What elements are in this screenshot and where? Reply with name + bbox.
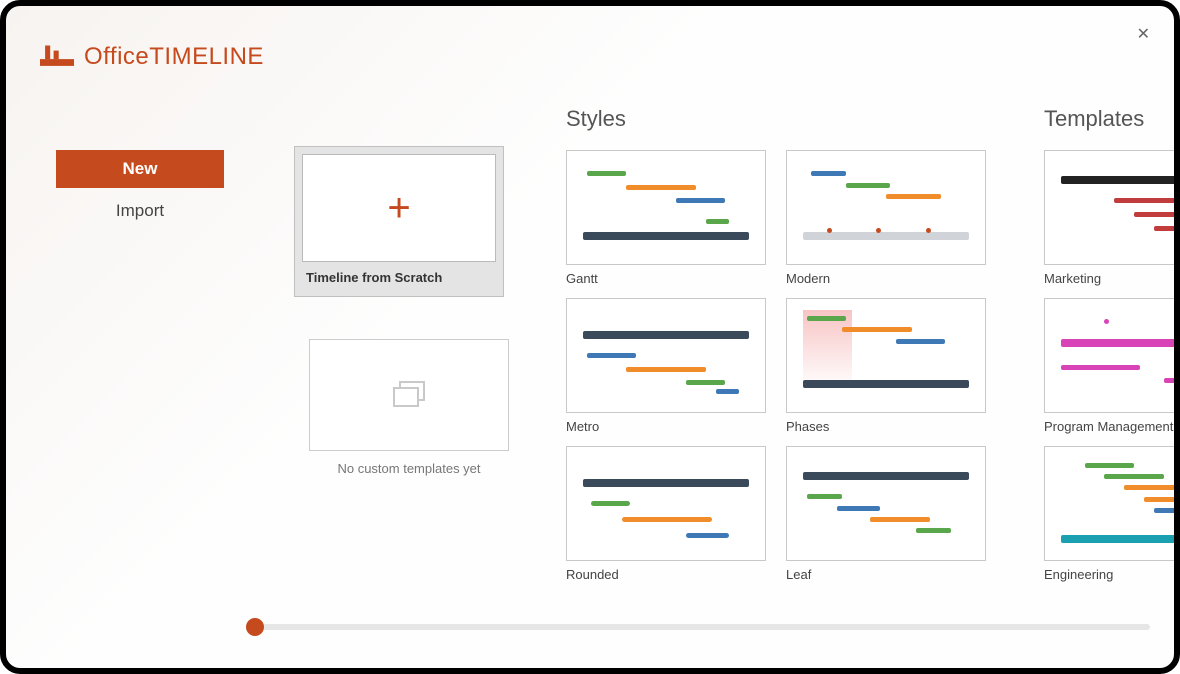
stack-icon (390, 380, 428, 410)
nav-label: Import (116, 201, 164, 221)
app-logo: OfficeTIMELINE (40, 40, 264, 73)
style-tile-modern[interactable] (786, 150, 986, 265)
style-label: Metro (566, 419, 766, 434)
nav-import[interactable]: Import (56, 192, 224, 230)
no-custom-placeholder (309, 339, 509, 451)
local-column: + Timeline from Scratch No custom templa… (294, 146, 524, 476)
template-tile-marketing[interactable] (1044, 150, 1174, 265)
style-tile-gantt[interactable] (566, 150, 766, 265)
style-tile-phases[interactable] (786, 298, 986, 413)
style-label: Modern (786, 271, 986, 286)
close-icon: ✕ (1137, 26, 1150, 43)
nav-new[interactable]: New (56, 150, 224, 188)
templates-column: Templates Marketing (1044, 106, 1174, 582)
style-label: Rounded (566, 567, 766, 582)
template-label: Marketing (1044, 271, 1174, 286)
no-custom-label: No custom templates yet (294, 461, 524, 476)
template-label: Program Management (1044, 419, 1174, 434)
scroll-slider-track[interactable] (246, 624, 1150, 630)
scratch-tile[interactable]: + (302, 154, 496, 262)
style-tile-leaf[interactable] (786, 446, 986, 561)
style-tile-metro[interactable] (566, 298, 766, 413)
scratch-tile-card[interactable]: + Timeline from Scratch (294, 146, 504, 297)
close-button[interactable]: ✕ (1137, 24, 1150, 44)
templates-title: Templates (1044, 106, 1174, 132)
styles-title: Styles (566, 106, 1006, 132)
style-label: Leaf (786, 567, 986, 582)
style-tile-rounded[interactable] (566, 446, 766, 561)
no-custom-block: No custom templates yet (294, 339, 524, 476)
template-tile-engineering[interactable] (1044, 446, 1174, 561)
logo-text: OfficeTIMELINE (84, 43, 264, 71)
style-label: Gantt (566, 271, 766, 286)
template-tile-program[interactable] (1044, 298, 1174, 413)
logo-icon (40, 40, 74, 73)
template-label: Engineering (1044, 567, 1174, 582)
styles-column: Styles Gantt (566, 106, 1006, 582)
main-area: + Timeline from Scratch No custom templa… (294, 106, 1174, 598)
plus-icon: + (387, 188, 410, 228)
scroll-slider-thumb[interactable] (246, 618, 264, 636)
style-label: Phases (786, 419, 986, 434)
sidebar: New Import (56, 150, 226, 234)
scratch-label: Timeline from Scratch (302, 262, 496, 289)
app-window: ✕ OfficeTIMELINE New Import + Timeline f… (0, 0, 1180, 674)
nav-label: New (123, 159, 158, 179)
